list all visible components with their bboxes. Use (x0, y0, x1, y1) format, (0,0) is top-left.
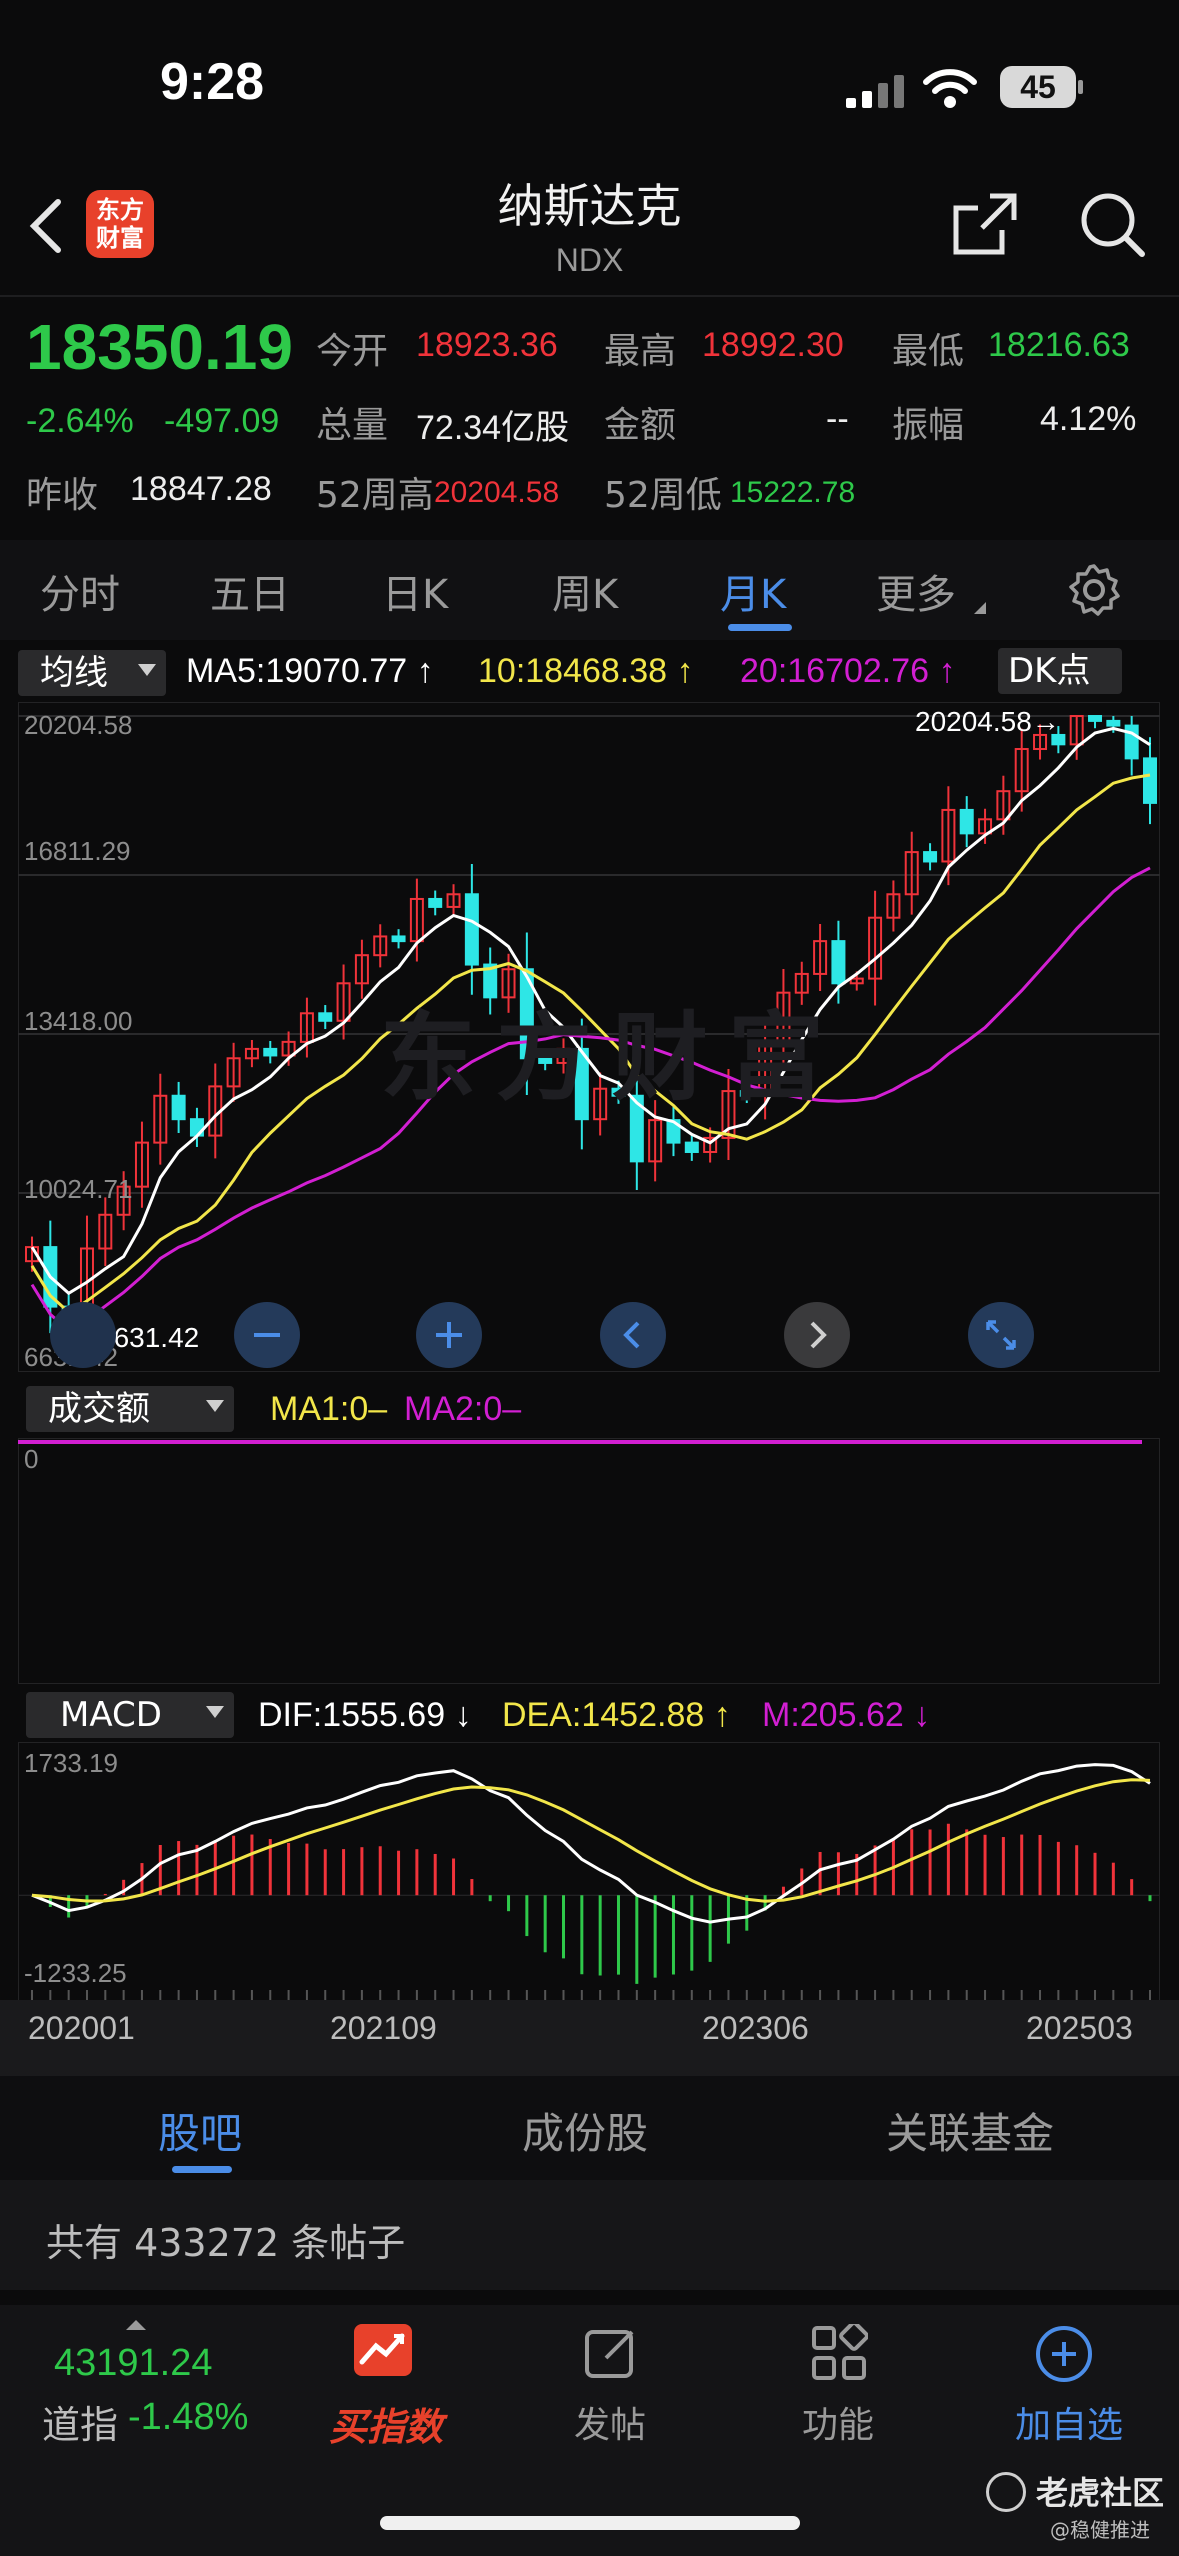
kline-y-label-2: 16811.29 (24, 836, 131, 866)
volume-zero-label: 0 (24, 1444, 39, 1474)
macd-dea: DEA:1452.88 ↑ (502, 1696, 731, 1734)
kline-y-label-3: 13418.00 (24, 1006, 133, 1036)
macd-bottom-label: -1233.25 (24, 1958, 127, 1988)
zoom-out-button[interactable] (234, 1302, 300, 1368)
x-label-2: 202109 (330, 2010, 437, 2046)
candle-body (923, 851, 938, 863)
macd-m: M:205.62 ↓ (762, 1696, 931, 1734)
dow-name: 道指 (42, 2403, 119, 2447)
macd-dif: DIF:1555.69 ↓ (258, 1696, 472, 1734)
dow-value[interactable]: 43191.24 (54, 2342, 213, 2385)
scroll-left-button[interactable] (600, 1302, 666, 1368)
tab-related-funds[interactable]: 关联基金 (886, 2100, 1054, 2161)
candle-body (391, 935, 406, 943)
nav-functions[interactable]: 功能 (778, 2396, 898, 2448)
dow-change: -1.48% (128, 2396, 249, 2438)
candle-body (171, 1094, 186, 1121)
x-axis-band (0, 2000, 1179, 2076)
tab-guba[interactable]: 股吧 (158, 2100, 242, 2161)
candle-body (318, 1012, 333, 1022)
volume-chart-frame (18, 1438, 1160, 1684)
volume-ma-line (18, 1440, 1142, 1444)
scroll-start-button[interactable] (50, 1302, 116, 1368)
indicator-selector-volume[interactable]: 成交额 (26, 1386, 234, 1432)
kline-max-marker: 20204.58→ (915, 706, 1060, 737)
functions-grid-icon[interactable] (810, 2321, 869, 2382)
x-label-1: 202001 (28, 2010, 135, 2046)
chart-watermark: 东方财富 (380, 1002, 844, 1114)
scroll-right-button[interactable] (784, 1302, 850, 1368)
home-indicator (380, 2516, 800, 2530)
ticker-expand-icon[interactable] (126, 2320, 146, 2330)
x-label-4: 202503 (1026, 2010, 1133, 2046)
candle-body (1143, 757, 1157, 804)
candle-body (684, 1141, 699, 1153)
kline-y-label-top: 20204.58 (24, 710, 133, 740)
nav-buy-index[interactable]: 买指数 (326, 2396, 446, 2451)
nav-post[interactable]: 发帖 (550, 2396, 670, 2448)
candle-body (263, 1047, 278, 1057)
watermark-community: 老虎社区 (1036, 2474, 1165, 2512)
tab-constituents[interactable]: 成份股 (522, 2100, 648, 2161)
indicator-selector-macd[interactable]: MACD (26, 1692, 234, 1738)
candle-body (831, 940, 846, 985)
add-watchlist-icon[interactable] (1034, 2324, 1094, 2384)
buy-index-icon[interactable] (354, 2324, 412, 2376)
x-label-3: 202306 (702, 2010, 809, 2046)
macd-chart-frame (18, 1742, 1160, 2026)
nav-add-watchlist[interactable]: 加自选 (1004, 2396, 1134, 2448)
app-root: 9:28 45 东方 财富 纳斯达克 NDX 18350.19 -2.64% -4… (0, 0, 1179, 2556)
candle-body (959, 808, 974, 835)
volume-ma2: MA2:0– (404, 1390, 522, 1428)
content-tab-indicator (172, 2166, 232, 2173)
candle-body (464, 893, 479, 966)
candle-body (1088, 715, 1103, 722)
watermark-author: @稳健推进 (1050, 2518, 1150, 2542)
zoom-in-button[interactable] (416, 1302, 482, 1368)
tiger-logo-icon (986, 2472, 1026, 2512)
post-count-text: 共有 433272 条帖子 (46, 2221, 406, 2265)
fullscreen-button[interactable] (968, 1302, 1034, 1368)
compose-post-icon[interactable] (582, 2324, 640, 2382)
kline-y-label-4: 10024.71 (24, 1174, 133, 1204)
candle-body (1106, 719, 1121, 727)
candle-body (428, 897, 443, 908)
macd-top-label: 1733.19 (24, 1748, 118, 1778)
volume-ma1: MA1:0– (270, 1390, 388, 1428)
